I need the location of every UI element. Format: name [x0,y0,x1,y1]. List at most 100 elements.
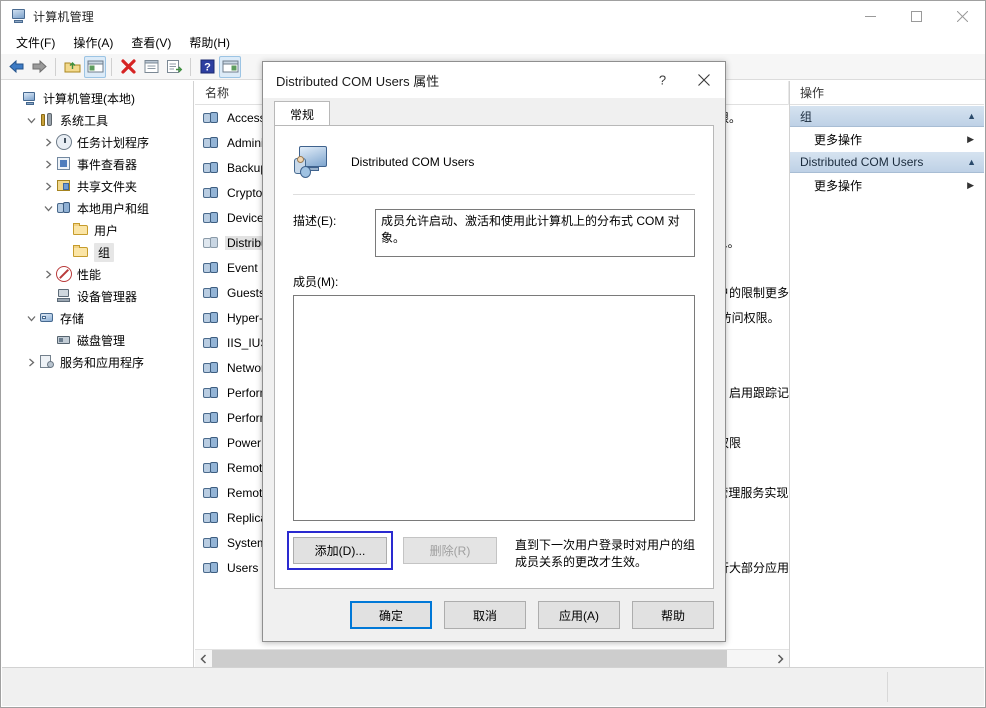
tree-task-scheduler[interactable]: 任务计划程序 [2,131,193,153]
actions-item-label: 更多操作 [814,132,863,147]
apply-button[interactable]: 应用(A) [538,601,620,629]
perf-icon [56,266,72,282]
console-tree: 计算机管理(本地) 系统工具任务计划程序事件查看器共享文件夹本地用户和组 用户组性能… [2,81,193,373]
collapse-caret-icon[interactable]: ▲ [967,157,976,167]
help-icon[interactable]: ? [196,56,218,78]
show-hide-console-tree-icon[interactable] [84,55,106,78]
tree-users[interactable]: 用户 [2,219,193,241]
tree-device-manager[interactable]: 设备管理器 [2,285,193,307]
tree-disk-management[interactable]: 磁盘管理 [2,329,193,351]
tree-system-tools[interactable]: 系统工具 [2,109,193,131]
scroll-right-arrow-icon[interactable] [772,650,789,667]
group-icon [203,510,219,526]
group-icon [203,210,219,226]
share-icon [56,178,72,194]
actions-pane: 操作 组 ▲ 更多操作 ▶ Distributed COM Users ▲ 更多操作 ▶ [789,81,984,667]
chevron-right-icon[interactable] [40,134,56,150]
actions-group-title: Distributed COM Users [800,155,924,169]
group-icon [203,335,219,351]
dialog-body: Distributed COM Users 描述(E): 成员允许启动、激活和使… [274,125,714,589]
chevron-down-icon[interactable] [40,200,56,216]
submenu-arrow-icon: ▶ [967,179,974,190]
ok-button[interactable]: 确定 [350,601,432,629]
group-icon [203,560,219,576]
members-hint-text: 直到下一次用户登录时对用户的组成员关系的更改才生效。 [515,538,696,569]
list-horizontal-scrollbar[interactable] [195,649,789,667]
group-icon [203,285,219,301]
dialog-title-buttons: ? [641,62,725,98]
menu-file[interactable]: 文件(F) [7,32,64,53]
menu-view[interactable]: 查看(V) [122,32,180,53]
scroll-track[interactable] [212,650,772,667]
export-list-icon[interactable] [163,56,185,78]
maximize-button[interactable] [893,1,939,32]
add-button[interactable]: 添加(D)... [293,537,387,564]
minimize-button[interactable] [847,1,893,32]
tree-services-and-applications[interactable]: 服务和应用程序 [2,351,193,373]
disk-icon [56,332,72,348]
services-icon [39,354,55,370]
window-title: 计算机管理 [33,9,95,24]
back-icon[interactable] [5,56,27,78]
collapse-caret-icon[interactable]: ▲ [967,111,976,121]
scroll-left-arrow-icon[interactable] [195,650,212,667]
folder-icon [73,244,89,260]
members-label: 成员(M): [293,275,339,289]
computer-icon [22,90,38,106]
group-name: Guests [227,285,266,300]
group-icon [203,410,219,426]
tree-item-label: 共享文件夹 [77,179,138,194]
tree-groups[interactable]: 组 [2,241,193,263]
group-name: Users [227,560,259,575]
chevron-right-icon[interactable] [40,156,56,172]
actions-group-groups[interactable]: 组 ▲ [790,105,984,127]
scroll-thumb[interactable] [212,650,728,667]
help-button[interactable]: 帮助 [632,601,714,629]
toolbar-separator-1 [55,57,56,76]
actions-more-actions-groups[interactable]: 更多操作 ▶ [790,127,984,151]
window-controls [847,1,985,32]
group-icon [293,144,329,180]
menu-help[interactable]: 帮助(H) [180,32,239,53]
tree-event-viewer[interactable]: 事件查看器 [2,153,193,175]
tree-item-label: 存储 [60,311,85,326]
tree-storage[interactable]: 存储 [2,307,193,329]
chevron-down-icon[interactable] [23,310,39,326]
dialog-close-button[interactable] [683,62,725,98]
show-action-pane-icon[interactable] [219,55,241,78]
forward-icon[interactable] [28,56,50,78]
tree-computer-management-local[interactable]: 计算机管理(本地) [2,87,193,109]
delete-icon[interactable] [117,56,139,78]
tree-item-label: 性能 [77,267,102,282]
tree-local-users-and-groups[interactable]: 本地用户和组 [2,197,193,219]
tree-shared-folders[interactable]: 共享文件夹 [2,175,193,197]
actions-group-distributed-com-users[interactable]: Distributed COM Users ▲ [790,151,984,173]
tree-performance[interactable]: 性能 [2,263,193,285]
chevron-right-icon[interactable] [40,178,56,194]
group-icon [203,535,219,551]
chevron-right-icon[interactable] [40,266,56,282]
description-input[interactable]: 成员允许启动、激活和使用此计算机上的分布式 COM 对象。 [375,209,695,257]
menu-action[interactable]: 操作(A) [64,32,122,53]
close-button[interactable] [939,1,985,32]
group-header: Distributed COM Users [275,126,713,180]
properties-icon[interactable] [140,56,162,78]
description-row: 描述(E): 成员允许启动、激活和使用此计算机上的分布式 COM 对象。 [293,209,695,257]
chevron-right-icon[interactable] [23,354,39,370]
actions-list: 组 ▲ 更多操作 ▶ Distributed COM Users ▲ 更多操作 ▶ [790,105,984,197]
chevron-down-icon[interactable] [23,112,39,128]
actions-more-actions-dcom[interactable]: 更多操作 ▶ [790,173,984,197]
tab-general[interactable]: 常规 [274,101,330,126]
dialog-help-button[interactable]: ? [641,62,683,98]
cancel-button[interactable]: 取消 [444,601,526,629]
up-folder-icon[interactable] [61,56,83,78]
storage-icon [39,310,55,326]
description-label: 描述(E): [293,214,337,228]
members-listbox[interactable] [293,295,695,521]
tree-item-label: 任务计划程序 [77,135,150,150]
group-icon [203,185,219,201]
group-icon [203,460,219,476]
